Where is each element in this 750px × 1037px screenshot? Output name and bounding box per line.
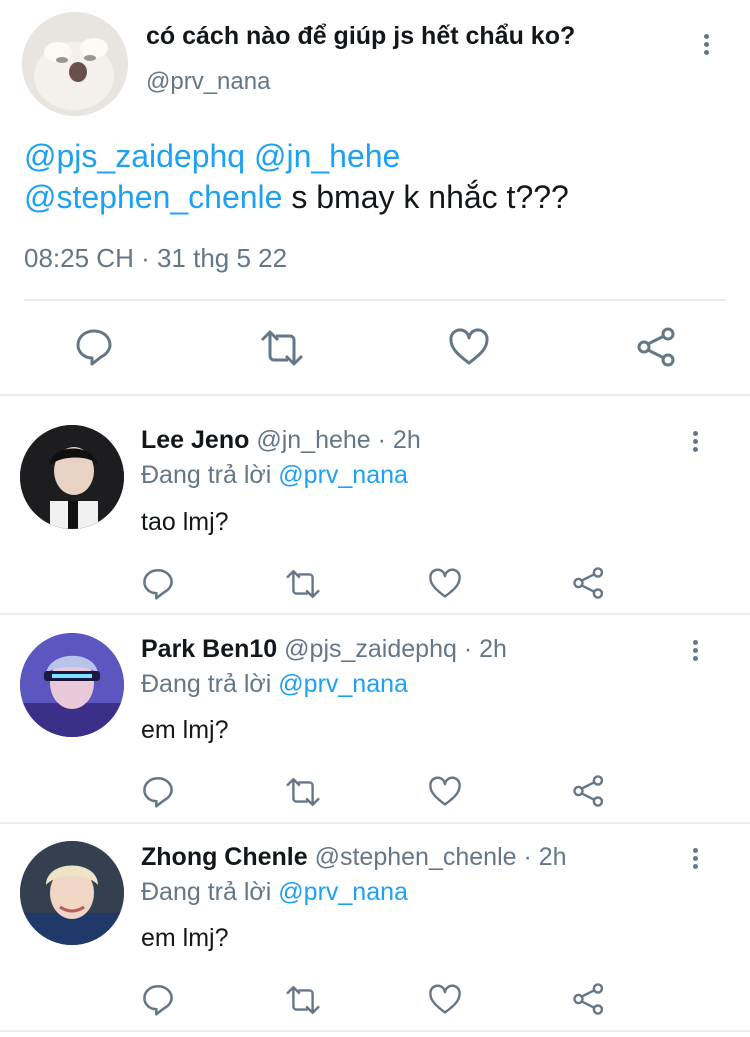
timestamp-divider [24,299,726,301]
replying-to-line: Đang trả lời @prv_nana [141,878,408,907]
replying-to-line: Đang trả lời @prv_nana [141,461,408,490]
reply-icon[interactable] [74,326,114,366]
mention-link[interactable]: @stephen_chenle [24,179,282,215]
reply-display-name[interactable]: Lee Jeno [141,426,249,454]
reply-divider [0,822,750,824]
like-icon[interactable] [428,568,462,599]
like-icon[interactable] [428,984,462,1015]
replying-to-link[interactable]: @prv_nana [278,878,408,906]
reply-text: tao lmj? [141,508,229,536]
retweet-icon[interactable] [283,984,323,1016]
main-tweet-body: @pjs_zaidephq @jn_hehe @stephen_chenle s… [24,136,724,218]
main-timestamp[interactable]: 08:25 CH · 31 thg 5 22 [24,243,287,274]
reply-divider [0,613,750,615]
reply-icon[interactable] [141,982,175,1016]
reply-time[interactable]: · 2h [464,635,507,663]
more-options-icon[interactable] [704,34,714,58]
share-icon[interactable] [572,566,606,600]
more-options-icon[interactable] [693,640,703,664]
share-icon[interactable] [572,774,606,808]
reply-header: Lee Jeno @jn_hehe · 2h [141,426,421,455]
share-icon[interactable] [636,326,678,368]
reply-display-name[interactable]: Park Ben10 [141,635,277,663]
reply-time[interactable]: · 2h [523,843,566,871]
main-avatar[interactable] [22,12,128,116]
main-display-name: có cách nào để giúp js hết chẩu ko? [146,22,576,50]
more-options-icon[interactable] [693,431,703,455]
more-options-icon[interactable] [693,848,703,872]
reply-display-name[interactable]: Zhong Chenle [141,843,308,871]
retweet-icon[interactable] [258,328,306,368]
reply-handle[interactable]: @jn_hehe [256,426,370,454]
reply-time[interactable]: · 2h [378,426,421,454]
reply-avatar[interactable] [20,633,124,737]
reply-icon[interactable] [141,566,175,600]
main-handle[interactable]: @prv_nana [146,68,270,96]
reply-avatar[interactable] [20,425,124,529]
retweet-icon[interactable] [283,776,323,808]
reply-header: Zhong Chenle @stephen_chenle · 2h [141,843,567,872]
replying-prefix: Đang trả lời [141,670,272,698]
like-icon[interactable] [428,776,462,807]
reply-header: Park Ben10 @pjs_zaidephq · 2h [141,635,507,664]
mention-link[interactable]: @pjs_zaidephq [24,138,245,174]
replying-prefix: Đang trả lời [141,461,272,489]
mention-link[interactable]: @jn_hehe [254,138,400,174]
tweet-text: s bmay k nhắc t??? [291,179,569,215]
replying-to-link[interactable]: @prv_nana [278,670,408,698]
like-icon[interactable] [448,328,490,366]
replying-prefix: Đang trả lời [141,878,272,906]
reply-divider [0,1030,750,1032]
reply-text: em lmj? [141,716,229,744]
section-divider [0,394,750,396]
replying-to-line: Đang trả lời @prv_nana [141,670,408,699]
share-icon[interactable] [572,982,606,1016]
reply-handle[interactable]: @stephen_chenle [315,843,517,871]
replying-to-link[interactable]: @prv_nana [278,461,408,489]
reply-handle[interactable]: @pjs_zaidephq [284,635,457,663]
reply-icon[interactable] [141,774,175,808]
reply-avatar[interactable] [20,841,124,945]
retweet-icon[interactable] [283,568,323,600]
reply-text: em lmj? [141,924,229,952]
